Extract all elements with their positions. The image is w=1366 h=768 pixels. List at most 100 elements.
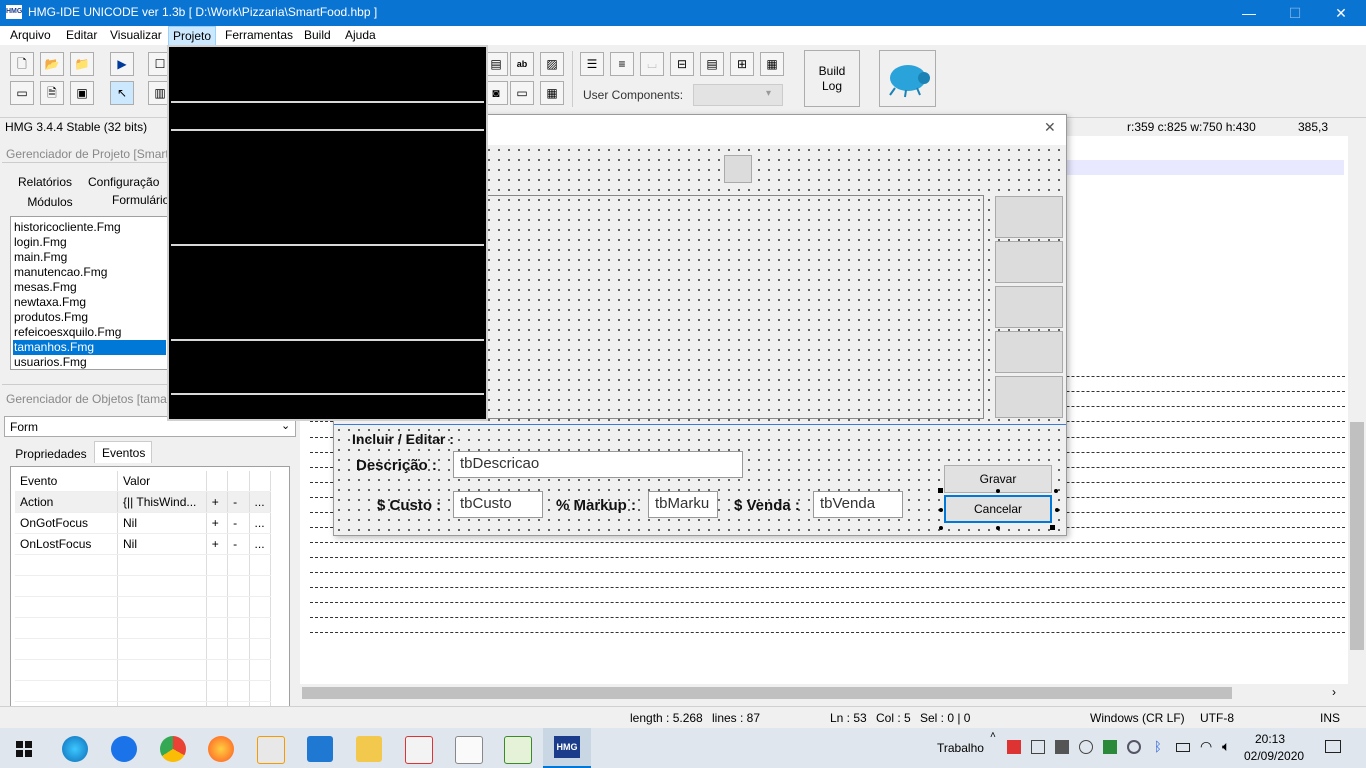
bluetooth-icon[interactable]: ᛒ [1154,739,1162,754]
notification-icon[interactable] [1325,740,1341,753]
menu-visualizar[interactable]: Visualizar [110,28,162,42]
browse-icon[interactable]: ▦ [760,52,784,76]
selection-handle[interactable] [1050,525,1055,530]
side-button[interactable] [995,241,1063,283]
table-row[interactable]: OnGotFocus Nil + - ... [15,512,272,534]
harbour-logo-button[interactable] [879,50,936,107]
selection-handle[interactable] [939,526,943,530]
open-folder-icon[interactable]: 📂 [40,52,64,76]
firefox-icon[interactable] [208,736,234,762]
hscroll-thumb[interactable] [302,687,1232,699]
projeto-dropdown-menu[interactable] [167,45,488,421]
label-icon[interactable]: ab [510,52,534,76]
teamviewer-icon[interactable] [111,736,137,762]
document-icon[interactable]: 🗎 [40,81,64,105]
tab-configuracao[interactable]: Configuração [88,175,178,189]
table-row[interactable]: OnLostFocus Nil + - ... [15,533,272,555]
selection-handle[interactable] [939,508,943,512]
side-button[interactable] [995,286,1063,328]
run-icon[interactable]: ▶ [110,52,134,76]
tab-icon[interactable]: ⌴ [640,52,664,76]
menu-arquivo[interactable]: Arquivo [10,28,51,42]
add-button[interactable]: + [206,533,229,555]
tray-anydesk-icon[interactable] [1007,740,1021,754]
scroll-right-icon[interactable]: › [1332,685,1336,699]
side-button[interactable] [995,376,1063,418]
save-icon[interactable]: ▣ [70,81,94,105]
selection-handle[interactable] [1055,508,1059,512]
selection-handle[interactable] [996,526,1000,530]
remove-button[interactable]: - [227,533,250,555]
chevron-up-icon[interactable]: ˄ [990,730,996,741]
new-file-icon[interactable]: 🗋 [10,52,34,76]
media-player-icon[interactable] [257,736,285,764]
add-button[interactable]: + [206,491,229,513]
hmg-taskbar-button[interactable]: HMG [543,728,591,768]
folder-icon[interactable]: 📁 [70,52,94,76]
table-row[interactable]: Action {|| ThisWind... + - ... [15,491,272,513]
list-item[interactable]: produtos.Fmg [13,310,166,325]
tab-propriedades[interactable]: Propriedades [10,447,92,461]
tray-security-icon[interactable] [1103,740,1117,754]
tray-app-icon[interactable] [1031,740,1045,754]
event-value[interactable]: Nil [117,533,207,555]
battery-icon[interactable] [1176,743,1190,752]
list-item[interactable]: usuarios.Fmg [13,355,166,370]
list-item[interactable]: refeicoesxquilo.Fmg [13,325,166,340]
notepad-icon[interactable] [455,736,483,764]
timer-control[interactable] [724,155,752,183]
add-button[interactable]: + [206,512,229,534]
frame-icon[interactable]: ▭ [510,81,534,105]
scroll-thumb[interactable] [1350,422,1364,650]
tab-eventos[interactable]: Eventos [94,441,152,463]
form-icon[interactable]: ▭ [10,81,34,105]
mail-icon[interactable] [307,736,333,762]
volume-icon[interactable]: 🔈︎ [1222,738,1230,755]
grid-icon[interactable]: ▦ [540,81,564,105]
menu-projeto[interactable]: Projeto [168,26,217,47]
user-components-combo[interactable]: ▾ [693,84,783,106]
list-item[interactable]: newtaxa.Fmg [13,295,166,310]
close-button[interactable]: ✕ [1318,0,1364,26]
selection-handle[interactable] [996,489,1000,493]
selection-handle[interactable] [938,488,943,493]
minimize-button[interactable]: — [1226,0,1272,26]
build-log-button[interactable]: Build Log [804,50,860,107]
list-item[interactable]: manutencao.Fmg [13,265,166,280]
chart-app-icon[interactable] [504,736,532,764]
combo-icon[interactable]: ≡ [610,52,634,76]
progress-icon[interactable]: ▤ [700,52,724,76]
tab-modulos[interactable]: Módulos [10,195,90,209]
cancelar-button[interactable]: Cancelar [944,495,1052,523]
trabalho-label[interactable]: Trabalho [937,741,984,755]
file-explorer-icon[interactable] [356,736,382,762]
remove-button[interactable]: - [227,512,250,534]
clock-time[interactable]: 20:13 [1250,732,1290,746]
list-item[interactable]: login.Fmg [13,235,166,250]
tray-app-icon[interactable] [1055,740,1069,754]
menu-editar[interactable]: Editar [66,28,97,42]
clock-date[interactable]: 02/09/2020 [1244,749,1304,763]
form-close-icon[interactable]: ✕ [1044,119,1056,136]
paint-tool-icon[interactable] [405,736,433,764]
event-value[interactable]: {|| ThisWind... [117,491,207,513]
listbox-icon[interactable]: ☰ [580,52,604,76]
list-item[interactable]: historicocliente.Fmg [13,220,166,235]
edit-button[interactable]: ... [249,512,272,534]
side-button[interactable] [995,196,1063,238]
vertical-scrollbar[interactable] [1348,136,1366,684]
tab-relatorios[interactable]: Relatórios [8,175,82,189]
list-item[interactable]: main.Fmg [13,250,166,265]
event-value[interactable]: Nil [117,512,207,534]
grid-control[interactable] [484,195,984,419]
edge-icon[interactable] [62,736,88,762]
selection-handle[interactable] [1054,489,1058,493]
maximize-button[interactable]: ☐ [1272,0,1318,26]
tray-network-icon[interactable] [1127,740,1141,754]
custo-field[interactable]: tbCusto [453,491,543,518]
markup-field[interactable]: tbMarku [648,491,718,518]
windows-start-icon[interactable] [16,741,32,757]
remove-button[interactable]: - [227,491,250,513]
chrome-icon[interactable] [160,736,186,762]
horizontal-scrollbar[interactable]: › [300,684,1366,702]
